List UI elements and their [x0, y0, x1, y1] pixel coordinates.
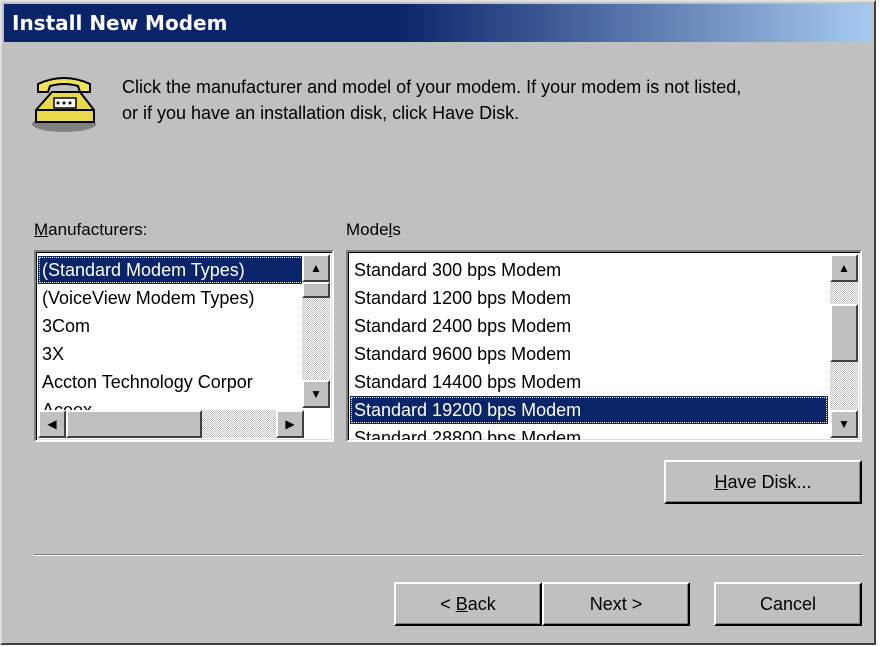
- manufacturers-label-access-key: M: [34, 220, 49, 239]
- scroll-down-arrow-icon: ▼: [838, 417, 850, 431]
- next-button[interactable]: Next >: [542, 582, 690, 626]
- have-disk-access-key: H: [714, 472, 728, 492]
- scroll-thumb[interactable]: [66, 410, 202, 438]
- scroll-up-arrow-icon: ▲: [838, 261, 850, 275]
- instructions-text: Click the manufacturer and model of your…: [122, 74, 862, 126]
- back-access-key: B: [455, 594, 468, 614]
- list-item[interactable]: (VoiceView Modem Types): [38, 284, 304, 312]
- scroll-up-arrow-icon: ▲: [310, 261, 322, 275]
- scroll-right-arrow-icon: ▶: [285, 417, 295, 431]
- back-label: ack: [467, 594, 496, 614]
- scroll-right-button[interactable]: ▶: [276, 410, 304, 438]
- models-label-post: s: [392, 220, 401, 239]
- list-item[interactable]: Standard 14400 bps Modem: [350, 368, 828, 396]
- scroll-up-button[interactable]: ▲: [302, 254, 330, 282]
- scroll-left-arrow-icon: ◀: [47, 417, 57, 431]
- manufacturers-label-text: anufacturers:: [48, 220, 148, 239]
- models-label-pre: Mode: [346, 220, 389, 239]
- install-modem-dialog: Install New Modem Click the manufacturer…: [0, 0, 876, 645]
- separator: [34, 554, 862, 556]
- manufacturers-vertical-scrollbar[interactable]: ▲ ▼: [302, 254, 330, 408]
- list-item[interactable]: Standard 28800 bps Modem: [350, 424, 828, 440]
- telephone-icon: [32, 77, 96, 132]
- list-item[interactable]: Standard 300 bps Modem: [350, 256, 828, 284]
- cancel-button[interactable]: Cancel: [714, 582, 862, 626]
- title-bar: Install New Modem: [4, 4, 872, 42]
- list-item[interactable]: Standard 1200 bps Modem: [350, 284, 828, 312]
- scroll-up-button[interactable]: ▲: [830, 254, 858, 282]
- scroll-down-button[interactable]: ▼: [302, 380, 330, 408]
- list-item[interactable]: Standard 2400 bps Modem: [350, 312, 828, 340]
- list-item[interactable]: (Standard Modem Types): [38, 256, 304, 284]
- have-disk-label: ave Disk...: [727, 472, 812, 492]
- manufacturers-listbox[interactable]: (Standard Modem Types) (VoiceView Modem …: [34, 250, 334, 442]
- models-listbox[interactable]: Standard 300 bps Modem Standard 1200 bps…: [346, 250, 862, 442]
- back-prefix: <: [440, 594, 456, 614]
- window-title: Install New Modem: [12, 11, 228, 35]
- back-button[interactable]: < Back: [394, 582, 542, 626]
- models-vertical-scrollbar[interactable]: ▲ ▼: [830, 254, 858, 438]
- list-item[interactable]: 3Com: [38, 312, 304, 340]
- models-list: Standard 300 bps Modem Standard 1200 bps…: [350, 256, 828, 440]
- scroll-thumb[interactable]: [830, 304, 858, 362]
- have-disk-button[interactable]: Have Disk...: [664, 460, 862, 504]
- scroll-left-button[interactable]: ◀: [38, 410, 66, 438]
- instructions-line-2: or if you have an installation disk, cli…: [122, 103, 520, 123]
- list-item[interactable]: Accton Technology Corpor: [38, 368, 304, 396]
- manufacturers-horizontal-scrollbar[interactable]: ◀ ▶: [38, 410, 304, 438]
- list-item[interactable]: 3X: [38, 340, 304, 368]
- list-item[interactable]: Standard 9600 bps Modem: [350, 340, 828, 368]
- manufacturers-list: (Standard Modem Types) (VoiceView Modem …: [38, 256, 304, 424]
- scroll-down-arrow-icon: ▼: [310, 387, 322, 401]
- cancel-label: Cancel: [759, 594, 817, 614]
- manufacturers-label: Manufacturers:: [34, 220, 147, 240]
- scroll-thumb[interactable]: [302, 282, 330, 298]
- models-label: Models: [346, 220, 401, 240]
- instructions-line-1: Click the manufacturer and model of your…: [122, 77, 742, 97]
- next-label: Next >: [589, 594, 643, 614]
- list-item[interactable]: Standard 19200 bps Modem: [350, 396, 828, 424]
- scroll-down-button[interactable]: ▼: [830, 410, 858, 438]
